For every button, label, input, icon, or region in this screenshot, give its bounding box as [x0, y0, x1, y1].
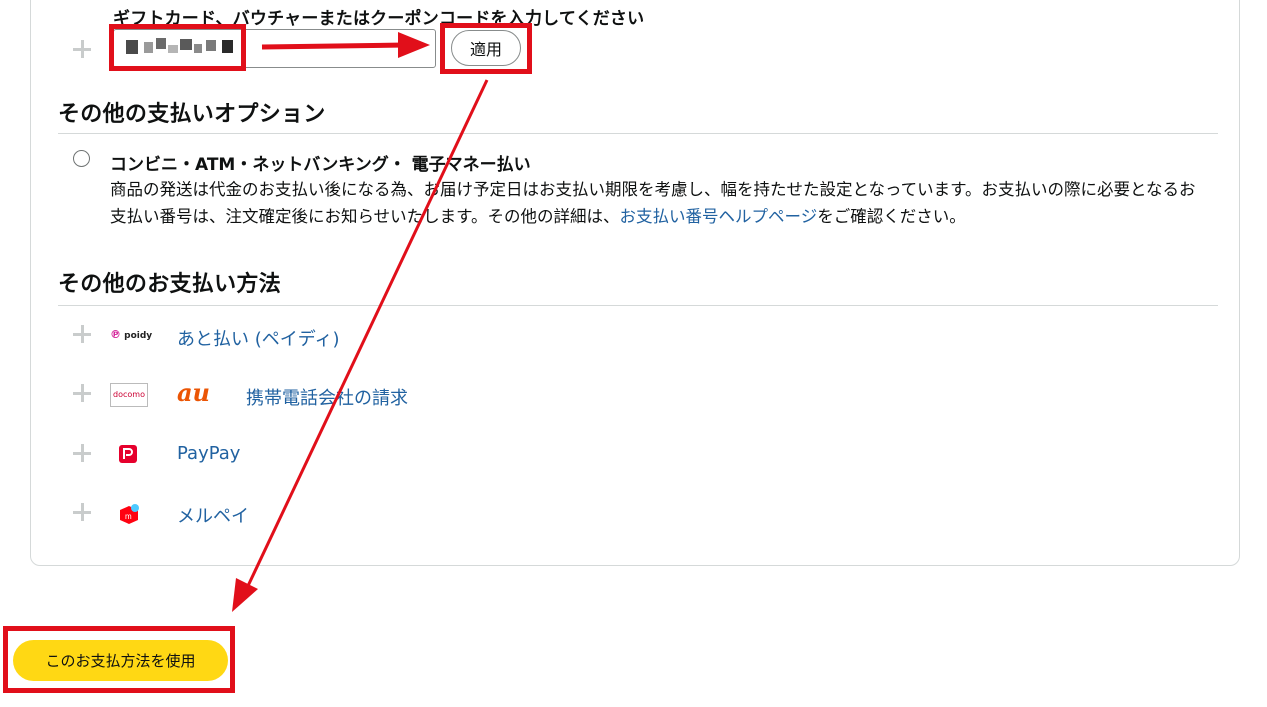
divider — [58, 133, 1218, 134]
payment-number-help-link[interactable]: お支払い番号ヘルプページ — [620, 207, 818, 226]
konbini-option-description: 商品の発送は代金のお支払い後になる為、お届け予定日はお支払い期限を考慮し、幅を持… — [110, 176, 1210, 230]
method-merpay-label[interactable]: メルペイ — [177, 502, 249, 528]
method-paypay-label[interactable]: PayPay — [177, 443, 240, 464]
other-methods-heading: その他のお支払い方法 — [58, 272, 282, 297]
other-options-heading: その他の支払いオプション — [58, 102, 326, 127]
annotation-box-code — [109, 24, 246, 71]
expand-plus-icon[interactable] — [73, 503, 91, 521]
divider — [58, 305, 1218, 306]
method-carrier-label[interactable]: 携帯電話会社の請求 — [246, 384, 408, 410]
konbini-option-title: コンビニ・ATM・ネットバンキング・ 電子マネー払い — [110, 155, 531, 175]
konbini-radio[interactable] — [73, 150, 90, 167]
expand-plus-icon[interactable] — [73, 384, 91, 402]
svg-text:m: m — [125, 512, 132, 521]
paypay-icon — [118, 444, 138, 464]
paidy-logo: ℗ poidy — [110, 328, 153, 341]
expand-plus-icon[interactable] — [73, 444, 91, 462]
expand-plus-icon[interactable] — [73, 325, 91, 343]
annotation-box-apply — [440, 23, 532, 74]
merpay-icon: m — [117, 502, 141, 526]
au-logo: au — [177, 378, 210, 407]
method-paidy-label[interactable]: あと払い (ペイディ) — [177, 325, 340, 351]
docomo-logo: docomo — [110, 383, 148, 407]
expand-plus-icon[interactable] — [73, 40, 91, 58]
description-text-end: をご確認ください。 — [817, 207, 966, 226]
annotation-box-use-button — [3, 626, 235, 693]
